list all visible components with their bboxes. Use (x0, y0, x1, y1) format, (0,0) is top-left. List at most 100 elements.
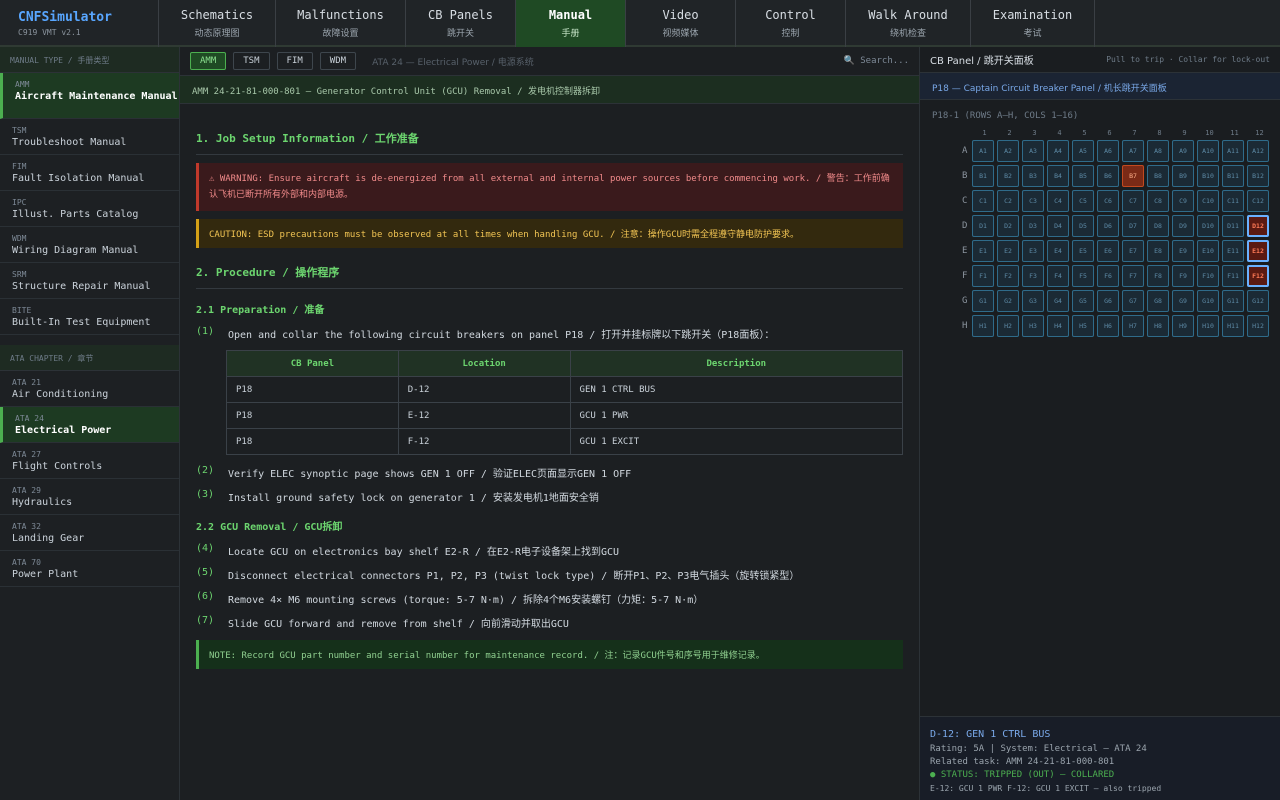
circuit-breaker-c8[interactable]: C8 (1147, 190, 1169, 212)
tab-control[interactable]: Control 控制 (736, 0, 846, 47)
circuit-breaker-f12[interactable]: F12 (1247, 265, 1269, 287)
circuit-breaker-d3[interactable]: D3 (1022, 215, 1044, 237)
circuit-breaker-e10[interactable]: E10 (1197, 240, 1219, 262)
circuit-breaker-a10[interactable]: A10 (1197, 140, 1219, 162)
circuit-breaker-h7[interactable]: H7 (1122, 315, 1144, 337)
circuit-breaker-c5[interactable]: C5 (1072, 190, 1094, 212)
circuit-breaker-f3[interactable]: F3 (1022, 265, 1044, 287)
sidebar-item-wdm[interactable]: WDM Wiring Diagram Manual (0, 227, 179, 263)
circuit-breaker-f1[interactable]: F1 (972, 265, 994, 287)
circuit-breaker-h12[interactable]: H12 (1247, 315, 1269, 337)
circuit-breaker-g6[interactable]: G6 (1097, 290, 1119, 312)
manual-button-tsm[interactable]: TSM (233, 52, 270, 70)
circuit-breaker-e7[interactable]: E7 (1122, 240, 1144, 262)
circuit-breaker-b7[interactable]: B7 (1122, 165, 1144, 187)
circuit-breaker-a8[interactable]: A8 (1147, 140, 1169, 162)
circuit-breaker-e11[interactable]: E11 (1222, 240, 1244, 262)
chapter-item-ata-24[interactable]: ATA 24 Electrical Power (0, 407, 179, 443)
circuit-breaker-h11[interactable]: H11 (1222, 315, 1244, 337)
circuit-breaker-c4[interactable]: C4 (1047, 190, 1069, 212)
circuit-breaker-c7[interactable]: C7 (1122, 190, 1144, 212)
circuit-breaker-e9[interactable]: E9 (1172, 240, 1194, 262)
circuit-breaker-h6[interactable]: H6 (1097, 315, 1119, 337)
circuit-breaker-b5[interactable]: B5 (1072, 165, 1094, 187)
tab-examination[interactable]: Examination 考试 (971, 0, 1095, 47)
circuit-breaker-f5[interactable]: F5 (1072, 265, 1094, 287)
circuit-breaker-c6[interactable]: C6 (1097, 190, 1119, 212)
circuit-breaker-d2[interactable]: D2 (997, 215, 1019, 237)
sidebar-item-tsm[interactable]: TSM Troubleshoot Manual (0, 119, 179, 155)
circuit-breaker-d1[interactable]: D1 (972, 215, 994, 237)
circuit-breaker-e8[interactable]: E8 (1147, 240, 1169, 262)
circuit-breaker-d6[interactable]: D6 (1097, 215, 1119, 237)
circuit-breaker-h8[interactable]: H8 (1147, 315, 1169, 337)
manual-button-wdm[interactable]: WDM (319, 52, 357, 70)
circuit-breaker-c1[interactable]: C1 (972, 190, 994, 212)
circuit-breaker-g8[interactable]: G8 (1147, 290, 1169, 312)
circuit-breaker-e1[interactable]: E1 (972, 240, 994, 262)
tab-cb-panels[interactable]: CB Panels 跳开关 (406, 0, 516, 47)
tab-schematics[interactable]: Schematics 动态原理图 (159, 0, 276, 47)
circuit-breaker-d10[interactable]: D10 (1197, 215, 1219, 237)
circuit-breaker-b11[interactable]: B11 (1222, 165, 1244, 187)
circuit-breaker-f7[interactable]: F7 (1122, 265, 1144, 287)
circuit-breaker-d12[interactable]: D12 (1247, 215, 1269, 237)
circuit-breaker-a6[interactable]: A6 (1097, 140, 1119, 162)
circuit-breaker-c2[interactable]: C2 (997, 190, 1019, 212)
circuit-breaker-d8[interactable]: D8 (1147, 215, 1169, 237)
chapter-item-ata-21[interactable]: ATA 21 Air Conditioning (0, 371, 179, 407)
circuit-breaker-h1[interactable]: H1 (972, 315, 994, 337)
circuit-breaker-c12[interactable]: C12 (1247, 190, 1269, 212)
circuit-breaker-a7[interactable]: A7 (1122, 140, 1144, 162)
circuit-breaker-a2[interactable]: A2 (997, 140, 1019, 162)
chapter-item-ata-29[interactable]: ATA 29 Hydraulics (0, 479, 179, 515)
circuit-breaker-g7[interactable]: G7 (1122, 290, 1144, 312)
circuit-breaker-a12[interactable]: A12 (1247, 140, 1269, 162)
circuit-breaker-a9[interactable]: A9 (1172, 140, 1194, 162)
circuit-breaker-h4[interactable]: H4 (1047, 315, 1069, 337)
circuit-breaker-b10[interactable]: B10 (1197, 165, 1219, 187)
circuit-breaker-e12[interactable]: E12 (1247, 240, 1269, 262)
circuit-breaker-a3[interactable]: A3 (1022, 140, 1044, 162)
circuit-breaker-g9[interactable]: G9 (1172, 290, 1194, 312)
circuit-breaker-g5[interactable]: G5 (1072, 290, 1094, 312)
circuit-breaker-g2[interactable]: G2 (997, 290, 1019, 312)
circuit-breaker-g12[interactable]: G12 (1247, 290, 1269, 312)
tab-malfunctions[interactable]: Malfunctions 故障设置 (276, 0, 406, 47)
chapter-item-ata-27[interactable]: ATA 27 Flight Controls (0, 443, 179, 479)
circuit-breaker-a1[interactable]: A1 (972, 140, 994, 162)
circuit-breaker-a4[interactable]: A4 (1047, 140, 1069, 162)
circuit-breaker-e2[interactable]: E2 (997, 240, 1019, 262)
sidebar-item-amm[interactable]: AMM Aircraft Maintenance Manual (0, 73, 179, 119)
circuit-breaker-e3[interactable]: E3 (1022, 240, 1044, 262)
manual-button-fim[interactable]: FIM (276, 52, 313, 70)
circuit-breaker-b8[interactable]: B8 (1147, 165, 1169, 187)
circuit-breaker-f9[interactable]: F9 (1172, 265, 1194, 287)
circuit-breaker-d4[interactable]: D4 (1047, 215, 1069, 237)
sidebar-item-srm[interactable]: SRM Structure Repair Manual (0, 263, 179, 299)
circuit-breaker-b12[interactable]: B12 (1247, 165, 1269, 187)
circuit-breaker-h5[interactable]: H5 (1072, 315, 1094, 337)
circuit-breaker-h2[interactable]: H2 (997, 315, 1019, 337)
circuit-breaker-h10[interactable]: H10 (1197, 315, 1219, 337)
tab-walk-around[interactable]: Walk Around 绕机检查 (846, 0, 971, 47)
sidebar-item-bite[interactable]: BITE Built-In Test Equipment (0, 299, 179, 335)
circuit-breaker-g1[interactable]: G1 (972, 290, 994, 312)
circuit-breaker-b3[interactable]: B3 (1022, 165, 1044, 187)
tab-video[interactable]: Video 视频媒体 (626, 0, 736, 47)
circuit-breaker-g4[interactable]: G4 (1047, 290, 1069, 312)
search-button[interactable]: 🔍 Search... (844, 56, 909, 66)
circuit-breaker-d11[interactable]: D11 (1222, 215, 1244, 237)
circuit-breaker-c3[interactable]: C3 (1022, 190, 1044, 212)
circuit-breaker-e6[interactable]: E6 (1097, 240, 1119, 262)
circuit-breaker-e4[interactable]: E4 (1047, 240, 1069, 262)
circuit-breaker-f11[interactable]: F11 (1222, 265, 1244, 287)
circuit-breaker-c11[interactable]: C11 (1222, 190, 1244, 212)
circuit-breaker-a5[interactable]: A5 (1072, 140, 1094, 162)
circuit-breaker-g11[interactable]: G11 (1222, 290, 1244, 312)
circuit-breaker-b4[interactable]: B4 (1047, 165, 1069, 187)
circuit-breaker-f8[interactable]: F8 (1147, 265, 1169, 287)
circuit-breaker-g10[interactable]: G10 (1197, 290, 1219, 312)
circuit-breaker-h9[interactable]: H9 (1172, 315, 1194, 337)
circuit-breaker-c9[interactable]: C9 (1172, 190, 1194, 212)
